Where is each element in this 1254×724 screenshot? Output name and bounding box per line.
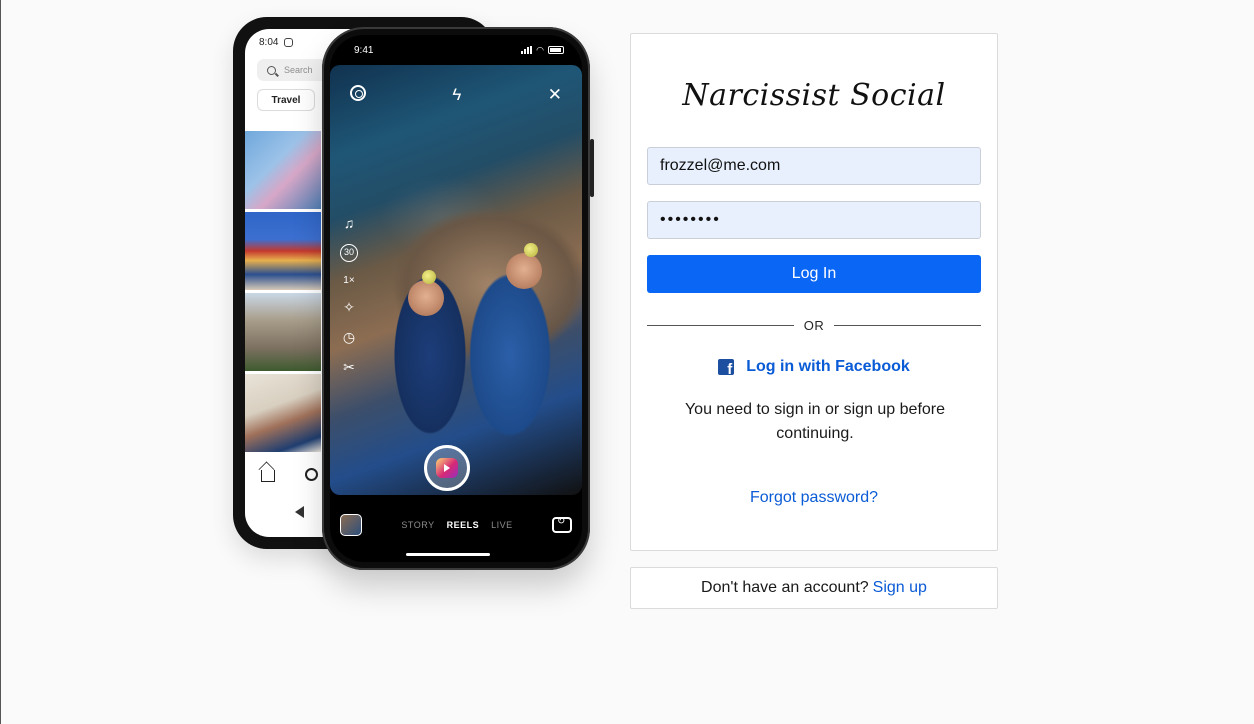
battery-icon: [548, 46, 564, 54]
record-reel-button: [424, 445, 470, 491]
mode-story: STORY: [401, 520, 435, 530]
divider-line: [647, 324, 794, 326]
phone-front-screen: 9:41 ◠ ϟ ✕ ♫ 30 1× ✧ ◷ ✂ STORY REELS LIV…: [330, 35, 582, 562]
gallery-thumbnail: [340, 514, 362, 536]
camera-tools: ♫ 30 1× ✧ ◷ ✂: [340, 215, 358, 376]
camera-modes: STORY REELS LIVE: [401, 520, 512, 530]
or-divider: OR: [647, 317, 981, 333]
music-icon: ♫: [343, 215, 355, 231]
close-icon: ✕: [547, 85, 562, 104]
phones-illustration: 8:04 Search Travel 9:41 ◠ ϟ ✕ ♫ 30 1× ✧ …: [233, 17, 594, 577]
reels-camera-photo: [330, 65, 582, 495]
forgot-password-link[interactable]: Forgot password?: [631, 489, 997, 507]
grid-photo: [245, 212, 321, 290]
effects-wand-icon: ✧: [343, 299, 355, 315]
flash-off-icon: ϟ: [452, 85, 462, 104]
facebook-icon: [718, 359, 735, 375]
home-indicator: [406, 553, 490, 556]
grid-photo: [245, 293, 321, 371]
photo-head: [506, 253, 542, 289]
phone-back-search-placeholder: Search: [284, 65, 313, 75]
phone-back-time: 8:04: [259, 36, 279, 48]
divider-label: OR: [803, 317, 825, 333]
photo-apple: [422, 270, 436, 284]
camera-bottom-bar: STORY REELS LIVE: [330, 505, 582, 545]
mode-reels: REELS: [446, 520, 480, 530]
phone-side-button: [590, 139, 594, 197]
grid-photo: [245, 374, 321, 452]
facebook-login-link[interactable]: Log in with Facebook: [631, 358, 997, 376]
grid-photo: [245, 131, 321, 209]
flip-camera-icon: [552, 516, 572, 533]
login-card: Narcissist Social Log In OR Log in with …: [630, 33, 998, 551]
phone-notch: [392, 35, 520, 59]
email-field[interactable]: [647, 147, 981, 185]
reels-icon: [436, 458, 458, 478]
wifi-icon: ◠: [536, 44, 544, 55]
phone-front-time: 9:41: [354, 44, 374, 56]
divider-line: [834, 324, 981, 326]
mode-live: LIVE: [491, 520, 513, 530]
photo-head: [408, 280, 444, 316]
signal-icon: [521, 46, 533, 54]
signup-card: Don't have an account? Sign up: [630, 567, 998, 609]
signin-notice: You need to sign in or sign up before co…: [684, 401, 946, 442]
instagram-icon: [284, 37, 294, 47]
facebook-login-label: Log in with Facebook: [746, 358, 910, 375]
settings-icon: [350, 85, 366, 101]
signup-prompt: Don't have an account?: [701, 579, 869, 596]
phone-back-chip: Travel: [257, 89, 315, 111]
status-icons: ◠: [521, 45, 564, 56]
timer-icon: ◷: [342, 329, 356, 345]
camera-top-icons: ϟ ✕: [330, 85, 582, 105]
password-field[interactable]: [647, 201, 981, 239]
home-icon: [261, 470, 275, 482]
back-arrow-icon: [295, 506, 304, 518]
scissors-icon: ✂: [343, 359, 355, 375]
photo-person: [440, 215, 580, 475]
app-logo: Narcissist Social: [682, 78, 946, 113]
search-icon: [305, 467, 318, 481]
signup-link[interactable]: Sign up: [873, 579, 927, 597]
login-button[interactable]: Log In: [647, 255, 981, 293]
search-icon: [267, 65, 276, 75]
timer-length-icon: 30: [340, 244, 358, 262]
speed-icon: 1×: [343, 275, 355, 286]
phone-front: 9:41 ◠ ϟ ✕ ♫ 30 1× ✧ ◷ ✂ STORY REELS LIV…: [322, 27, 594, 570]
photo-apple: [524, 243, 538, 257]
